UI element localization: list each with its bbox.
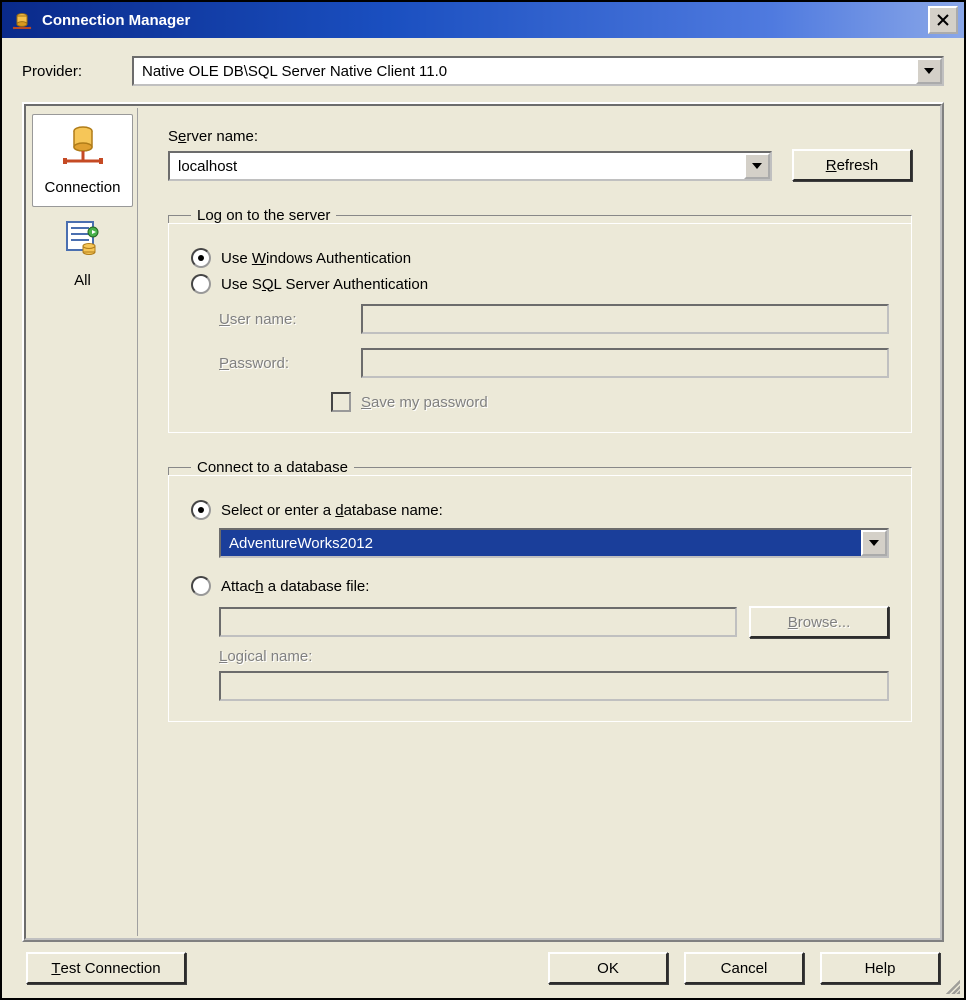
server-name-value: localhost — [170, 153, 744, 179]
radio-icon — [191, 500, 211, 520]
test-connection-button[interactable]: Test Connection — [26, 952, 186, 984]
tab-connection-label: Connection — [45, 179, 121, 196]
side-tabs: Connection — [28, 108, 138, 936]
provider-row: Provider: Native OLE DB\SQL Server Nativ… — [22, 56, 944, 86]
provider-dropdown[interactable]: Native OLE DB\SQL Server Native Client 1… — [132, 56, 944, 86]
radio-icon — [191, 274, 211, 294]
browse-button: Browse... — [749, 606, 889, 638]
refresh-button[interactable]: Refresh — [792, 149, 912, 181]
provider-value: Native OLE DB\SQL Server Native Client 1… — [134, 58, 916, 84]
logical-name-label: Logical name: — [219, 648, 889, 665]
password-input — [361, 348, 889, 378]
select-database-radio[interactable]: Select or enter a database name: — [191, 500, 889, 520]
window-title: Connection Manager — [42, 12, 928, 29]
radio-icon — [191, 576, 211, 596]
server-name-dropdown[interactable]: localhost — [168, 151, 772, 181]
attach-file-radio[interactable]: Attach a database file: — [191, 576, 889, 596]
tab-connection[interactable]: Connection — [32, 114, 133, 207]
all-icon — [59, 214, 107, 266]
attach-file-label: Attach a database file: — [221, 578, 369, 595]
radio-icon — [191, 248, 211, 268]
database-name-dropdown-button[interactable] — [861, 530, 887, 556]
save-password-check: Save my password — [331, 392, 889, 412]
ok-button[interactable]: OK — [548, 952, 668, 984]
help-button[interactable]: Help — [820, 952, 940, 984]
cancel-button[interactable]: Cancel — [684, 952, 804, 984]
logon-group: Log on to the server Use Windows Authent… — [168, 207, 912, 433]
password-label: Password: — [219, 355, 349, 372]
save-password-label: Save my password — [361, 394, 488, 411]
resize-grip[interactable] — [942, 976, 960, 994]
titlebar: Connection Manager — [2, 2, 964, 38]
chevron-down-icon — [924, 68, 934, 74]
tab-all[interactable]: All — [32, 207, 133, 300]
main-frame: Connection — [22, 102, 944, 942]
database-name-value: AdventureWorks2012 — [221, 530, 861, 556]
logon-legend: Log on to the server — [191, 207, 336, 224]
user-name-input — [361, 304, 889, 334]
bottom-bar: Test Connection OK Cancel Help — [22, 952, 944, 988]
tab-all-label: All — [74, 272, 91, 289]
attach-file-input — [219, 607, 737, 637]
close-button[interactable] — [928, 6, 958, 34]
chevron-down-icon — [869, 540, 879, 546]
logical-name-input — [219, 671, 889, 701]
server-name-dropdown-button[interactable] — [744, 153, 770, 179]
database-group: Connect to a database Select or enter a … — [168, 459, 912, 722]
provider-label: Provider: — [22, 63, 132, 80]
windows-auth-label: Use Windows Authentication — [221, 250, 411, 267]
client-area: Provider: Native OLE DB\SQL Server Nativ… — [2, 38, 964, 998]
sql-auth-radio[interactable]: Use SQL Server Authentication — [191, 274, 889, 294]
user-name-label: User name: — [219, 311, 349, 328]
chevron-down-icon — [752, 163, 762, 169]
provider-dropdown-button[interactable] — [916, 58, 942, 84]
server-name-label: Server name: — [168, 128, 258, 145]
database-legend: Connect to a database — [191, 459, 354, 476]
select-database-label: Select or enter a database name: — [221, 502, 443, 519]
sql-auth-label: Use SQL Server Authentication — [221, 276, 428, 293]
connection-page: Server name: localhost Refresh Log on to… — [138, 108, 938, 936]
database-name-dropdown[interactable]: AdventureWorks2012 — [219, 528, 889, 558]
connection-icon — [59, 121, 107, 173]
windows-auth-radio[interactable]: Use Windows Authentication — [191, 248, 889, 268]
app-icon — [10, 8, 34, 32]
connection-manager-window: Connection Manager Provider: Native OLE … — [0, 0, 966, 1000]
checkbox-icon — [331, 392, 351, 412]
server-row: Server name: localhost Refresh — [168, 128, 912, 181]
